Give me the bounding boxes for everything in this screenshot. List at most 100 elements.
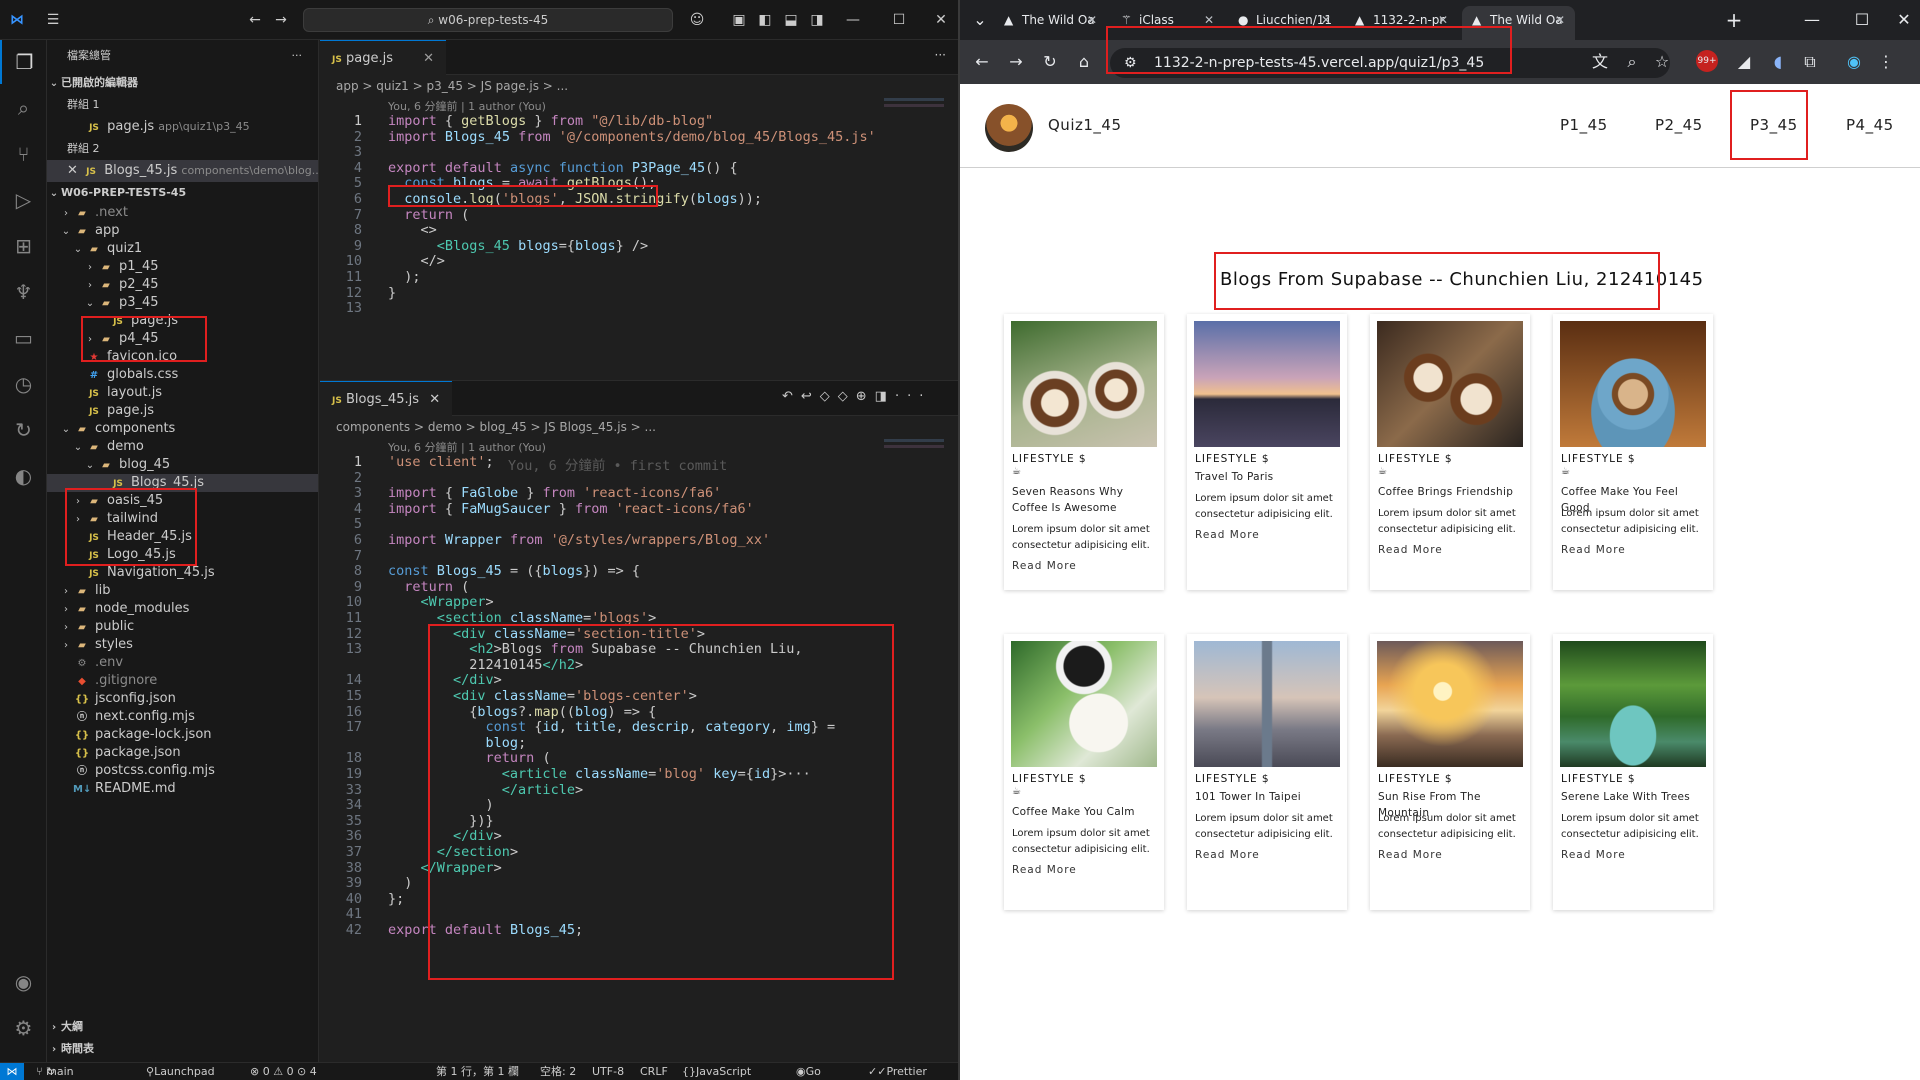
browser-tab[interactable]: ▲ The Wild Oa ✕ [994,6,1107,40]
blog-title[interactable]: Seven Reasons Why Coffee Is Awesome [1012,484,1158,516]
codelens-author[interactable]: You, 6 分鐘前 | 1 author (You) [388,98,546,114]
search-icon[interactable]: ⌕ [0,86,47,130]
nav-link-p1[interactable]: P1_45 [1560,116,1608,134]
tab-blogs-js[interactable]: JS Blogs_45.js ✕ [320,381,453,416]
read-more-link[interactable]: Read More [1195,529,1260,541]
read-more-link[interactable]: Read More [1195,849,1260,861]
encoding-status[interactable]: UTF-8 [592,1063,624,1080]
blog-card[interactable]: LIFESTYLE $ Serene Lake With Trees Lorem i… [1553,634,1713,910]
code-line[interactable]: <> [388,222,437,238]
launchpad-status[interactable]: ⚲ Launchpad [146,1063,215,1080]
tab-close-icon[interactable]: ✕ [423,51,434,66]
code-line[interactable]: return ( [388,207,469,223]
tree-item[interactable]: › ▰ node_modules [47,600,318,618]
tree-item[interactable]: JS page.js [47,402,318,420]
menu-icon[interactable]: ☰ [42,10,64,30]
maximize-icon[interactable]: ☐ [1850,8,1874,32]
timeline-icon[interactable]: ◷ [0,362,47,406]
blog-title[interactable]: Coffee Brings Friendship [1378,484,1524,500]
code-line[interactable]: import Wrapper from '@/styles/wrappers/B… [388,532,770,548]
blog-card[interactable]: LIFESTYLE $ 101 Tower In Taipei Lorem ipsu… [1187,634,1347,910]
history-icon[interactable]: ↻ [0,408,47,452]
tree-item[interactable]: # globals.css [47,366,318,384]
code-line[interactable]: }; [388,891,404,907]
indent-status[interactable]: 空格: 2 [540,1063,576,1080]
code-line[interactable]: ); [388,269,420,285]
python-icon[interactable]: ♆ [0,270,47,314]
code-line[interactable]: ) [388,875,412,891]
extensions-puzzle-icon[interactable]: ⧉ [1798,50,1822,74]
reload-icon[interactable]: ↻ [1038,50,1062,74]
breadcrumb[interactable]: components > demo > blog_45 > JS Blogs_4… [320,416,958,438]
editor-blogs-js[interactable]: JS Blogs_45.js ✕ ↶↩◇◇⊕◨··· components > … [320,380,958,1062]
codelens-author[interactable]: You, 6 分鐘前 | 1 author (You) [388,439,546,455]
nav-link-p4[interactable]: P4_45 [1846,116,1894,134]
open-editor-page-js[interactable]: JS page.js app\quiz1\p3_45 [47,116,318,138]
minimize-icon[interactable]: — [1800,8,1824,32]
maximize-icon[interactable]: ☐ [888,10,910,30]
project-section[interactable]: ⌄ W06-PREP-TESTS-45 [47,182,318,204]
tree-item[interactable]: › ▰ p2_45 [47,276,318,294]
tree-item[interactable]: ⌄ ▰ components [47,420,318,438]
extension-icon[interactable]: ◢ [1732,50,1756,74]
blog-title[interactable]: Serene Lake With Trees [1561,789,1707,805]
tab-close-icon[interactable]: ✕ [429,392,440,407]
read-more-link[interactable]: Read More [1561,544,1626,556]
tree-item[interactable]: › ▰ .next [47,204,318,222]
code-line[interactable]: import Blogs_45 from '@/components/demo/… [388,129,876,145]
folder-icon[interactable]: ▭ [0,316,47,360]
blog-title[interactable]: Coffee Make You Calm [1012,804,1158,820]
eol-status[interactable]: CRLF [640,1063,668,1080]
blog-card[interactable]: LIFESTYLE $ ☕ Coffee Make You Calm Lorem ip… [1004,634,1164,910]
browser-menu-icon[interactable]: ⋮ [1874,50,1898,74]
tree-item[interactable]: › ▰ public [47,618,318,636]
tree-item[interactable]: {} package-lock.json [47,726,318,744]
tree-item[interactable]: {} package.json [47,744,318,762]
remote-icon[interactable]: ⋈ [0,1063,24,1080]
tree-item[interactable]: ⌄ ▰ demo [47,438,318,456]
editor-page-js[interactable]: JS page.js ✕ ··· app > quiz1 > p3_45 > J… [320,40,958,380]
home-icon[interactable]: ⌂ [1072,50,1096,74]
prettier-status[interactable]: ✓✓ Prettier [868,1063,927,1080]
code-line[interactable]: export default async function P3Page_45(… [388,160,738,176]
tab-search-icon[interactable]: ⌄ [968,8,992,32]
command-center[interactable]: ⌕ w06-prep-tests-45 [303,8,673,32]
code-line[interactable]: import { FaMugSaucer } from 'react-icons… [388,501,754,517]
breadcrumb[interactable]: app > quiz1 > p3_45 > JS page.js > ... [320,75,958,97]
more-actions-icon[interactable]: ··· [292,40,303,72]
site-brand[interactable]: Quiz1_45 [1048,116,1122,134]
code-line[interactable]: const Blogs_45 = ({blogs}) => { [388,563,640,579]
read-more-link[interactable]: Read More [1378,544,1443,556]
tree-item[interactable]: ⓝ postcss.config.mjs [47,762,318,780]
tree-item[interactable]: › ▰ lib [47,582,318,600]
gitlens-icon[interactable]: ◐ [0,454,47,498]
toggle-panel-icon[interactable]: ⬓ [780,10,802,30]
read-more-link[interactable]: Read More [1012,864,1077,876]
tree-item[interactable]: M↓ README.md [47,780,318,798]
tree-item[interactable]: ⚙ .env [47,654,318,672]
editor-actions-icon[interactable]: ↶↩◇◇⊕◨··· [782,389,931,404]
code-line[interactable]: <Wrapper> [388,594,494,610]
close-icon[interactable]: ✕ [1892,8,1916,32]
tree-item[interactable]: › ▰ styles [47,636,318,654]
code-line[interactable]: import { FaGlobe } from 'react-icons/fa6… [388,485,721,501]
tree-item[interactable]: ⌄ ▰ blog_45 [47,456,318,474]
tab-close-icon[interactable]: ✕ [1555,6,1565,34]
nav-link-p2[interactable]: P2_45 [1655,116,1703,134]
tree-item[interactable]: JS Navigation_45.js [47,564,318,582]
tree-item[interactable]: JS layout.js [47,384,318,402]
profile-avatar-icon[interactable]: ◉ [1842,50,1866,74]
toggle-sidebar-icon[interactable]: ◧ [754,10,776,30]
code-line[interactable]: } [388,285,396,301]
close-editor-icon[interactable]: ✕ [67,163,78,178]
code-line[interactable]: <Blogs_45 blogs={blogs} /> [388,238,648,254]
blog-card[interactable]: LIFESTYLE $ ☕ Coffee Make You Feel Good Lor… [1553,314,1713,590]
settings-gear-icon[interactable]: ⚙ [0,1006,47,1050]
code-line[interactable]: return ( [388,579,469,595]
tree-item[interactable]: ⓝ next.config.mjs [47,708,318,726]
tree-item[interactable]: {} jsconfig.json [47,690,318,708]
site-logo[interactable] [985,104,1033,152]
open-editor-blogs-js[interactable]: ✕ JS Blogs_45.js components\demo\blog... [47,160,318,182]
timeline-section[interactable]: › 時間表 [47,1038,318,1060]
run-debug-icon[interactable]: ▷ [0,178,47,222]
